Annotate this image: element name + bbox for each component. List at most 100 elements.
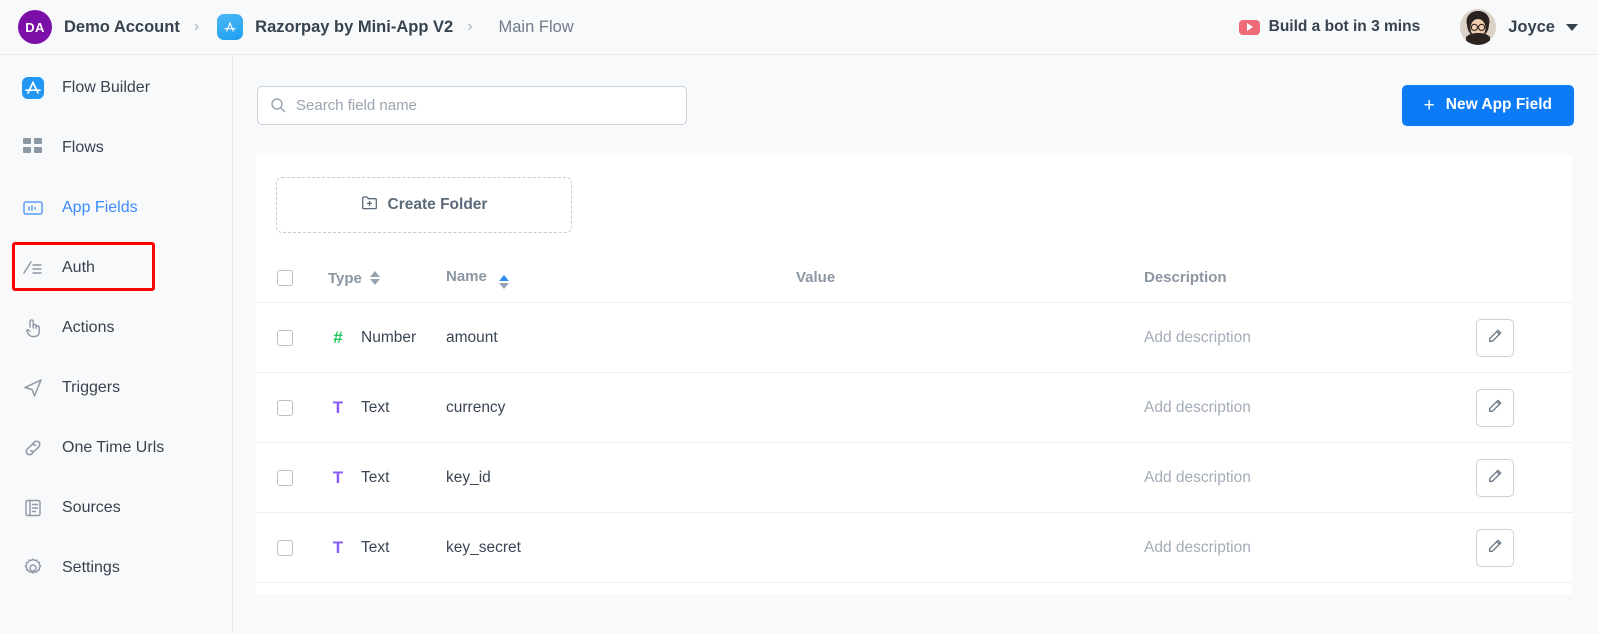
content-toolbar: + New App Field — [233, 55, 1598, 155]
breadcrumb: DA Demo Account › Razorpay by Mini-App V… — [0, 10, 574, 44]
cell-name: key_id — [446, 469, 796, 487]
cell-name-text: key_secret — [446, 539, 521, 556]
pencil-edit-icon — [1487, 538, 1503, 557]
column-header-description-label: Description — [1144, 269, 1227, 286]
cell-description-text: Add description — [1144, 539, 1251, 556]
edit-row-button[interactable] — [1476, 459, 1514, 497]
new-app-field-label: New App Field — [1446, 96, 1552, 114]
select-all-checkbox[interactable] — [277, 270, 293, 286]
link-icon — [20, 435, 46, 461]
cell-name-text: amount — [446, 329, 498, 346]
cell-description[interactable]: Add description — [1144, 399, 1476, 417]
cell-type-label: Text — [361, 539, 389, 557]
cell-description[interactable]: Add description — [1144, 469, 1476, 487]
sidebar-item-label: Auth — [62, 259, 95, 277]
sidebar-item-flows[interactable]: Flows — [0, 128, 232, 168]
pencil-edit-icon — [1487, 328, 1503, 347]
app-fields-card: Create Folder Type Name — [256, 155, 1572, 594]
pencil-edit-icon — [1487, 468, 1503, 487]
cell-type: # Number — [328, 328, 446, 348]
sidebar-item-actions[interactable]: Actions — [0, 308, 232, 348]
breadcrumb-app[interactable]: Razorpay by Mini-App V2 — [255, 18, 453, 37]
sidebar: Flow Builder Flows App Fields Auth — [0, 55, 233, 634]
row-select-cell — [256, 330, 328, 346]
text-type-icon: T — [328, 538, 348, 558]
table-row[interactable]: # Number amount Add description — [256, 302, 1572, 372]
table-row[interactable]: T Text currency Add description — [256, 372, 1572, 442]
account-avatar: DA — [18, 10, 52, 44]
sidebar-item-one-time-urls[interactable]: One Time Urls — [0, 428, 232, 468]
cell-description[interactable]: Add description — [1144, 329, 1476, 347]
row-checkbox[interactable] — [277, 330, 293, 346]
build-a-bot-link[interactable]: Build a bot in 3 mins — [1239, 18, 1421, 36]
cell-type: T Text — [328, 538, 446, 558]
cell-name-text: key_id — [446, 469, 491, 486]
edit-row-button[interactable] — [1476, 529, 1514, 567]
cell-name: currency — [446, 399, 796, 417]
column-header-type-label: Type — [328, 270, 362, 287]
row-select-cell — [256, 470, 328, 486]
sidebar-item-settings[interactable]: Settings — [0, 548, 232, 588]
column-header-name-label: Name — [446, 268, 487, 285]
text-type-icon: T — [328, 398, 348, 418]
create-folder-zone: Create Folder — [256, 155, 1572, 233]
breadcrumb-separator-2: › — [467, 19, 472, 35]
send-icon — [20, 375, 46, 401]
sidebar-item-auth[interactable]: Auth — [0, 248, 232, 288]
table-row[interactable]: T Text key_secret Add description — [256, 512, 1572, 582]
column-header-type[interactable]: Type — [328, 270, 446, 287]
sidebar-item-label: Actions — [62, 319, 114, 337]
search-input[interactable] — [257, 86, 687, 125]
breadcrumb-account[interactable]: Demo Account — [64, 18, 180, 37]
hand-click-icon — [20, 315, 46, 341]
number-type-icon: # — [328, 328, 348, 348]
column-header-name[interactable]: Name — [446, 268, 796, 289]
row-checkbox[interactable] — [277, 470, 293, 486]
app-fields-table: Type Name Value Desc — [256, 254, 1572, 583]
row-select-cell — [256, 400, 328, 416]
cell-type: T Text — [328, 468, 446, 488]
cell-name: key_secret — [446, 539, 796, 557]
cell-description[interactable]: Add description — [1144, 539, 1476, 557]
text-type-icon: T — [328, 468, 348, 488]
header-actions: Build a bot in 3 mins Joyce — [1239, 9, 1598, 45]
book-icon — [20, 495, 46, 521]
edit-row-button[interactable] — [1476, 319, 1514, 357]
sidebar-item-label: Flows — [62, 139, 104, 157]
cell-type-label: Text — [361, 469, 389, 487]
select-all-cell — [256, 270, 328, 286]
user-menu[interactable]: Joyce — [1460, 9, 1578, 45]
sidebar-item-app-fields[interactable]: App Fields — [0, 188, 232, 228]
search-field-wrapper — [257, 86, 687, 125]
row-checkbox[interactable] — [277, 540, 293, 556]
sidebar-item-label: Settings — [62, 559, 120, 577]
sidebar-item-label: Triggers — [62, 379, 120, 397]
chevron-down-icon[interactable] — [1566, 24, 1578, 31]
sort-toggle-type[interactable] — [370, 271, 380, 285]
table-row[interactable]: T Text key_id Add description — [256, 442, 1572, 512]
new-app-field-button[interactable]: + New App Field — [1402, 85, 1574, 126]
app-store-icon — [217, 14, 243, 40]
grid-icon — [20, 135, 46, 161]
cell-name: amount — [446, 329, 796, 347]
cell-type-label: Number — [361, 329, 416, 347]
sort-toggle-name[interactable] — [499, 275, 509, 289]
sidebar-item-flow-builder[interactable]: Flow Builder — [0, 68, 232, 108]
edit-row-button[interactable] — [1476, 389, 1514, 427]
create-folder-button[interactable]: Create Folder — [276, 177, 572, 233]
breadcrumb-current-page: Main Flow — [499, 18, 574, 37]
top-header: DA Demo Account › Razorpay by Mini-App V… — [0, 0, 1598, 55]
sidebar-item-label: Sources — [62, 499, 121, 517]
cell-actions — [1476, 319, 1572, 357]
row-select-cell — [256, 540, 328, 556]
sidebar-item-sources[interactable]: Sources — [0, 488, 232, 528]
cell-actions — [1476, 389, 1572, 427]
app-fields-icon — [20, 195, 46, 221]
column-header-value: Value — [796, 269, 1144, 287]
sort-ascending-icon — [499, 275, 509, 281]
row-checkbox[interactable] — [277, 400, 293, 416]
sidebar-item-triggers[interactable]: Triggers — [0, 368, 232, 408]
sort-ascending-icon — [370, 271, 380, 277]
column-header-value-label: Value — [796, 269, 835, 286]
sidebar-item-label: Flow Builder — [62, 79, 150, 97]
